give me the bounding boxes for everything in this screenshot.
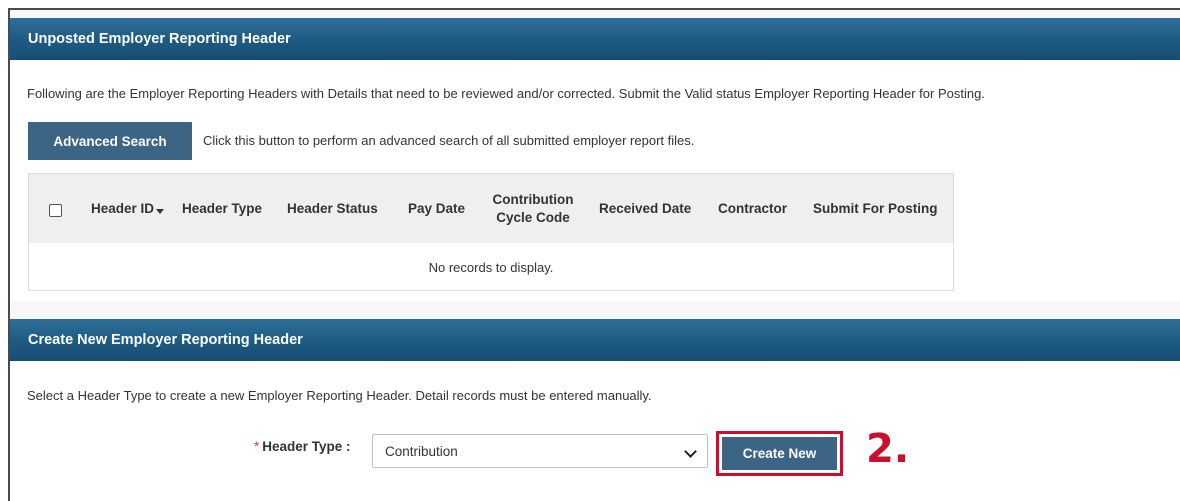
header-type-value: Contribution xyxy=(385,443,458,459)
create-panel-header: Create New Employer Reporting Header xyxy=(10,319,1180,361)
column-contractor[interactable]: Contractor xyxy=(718,200,787,218)
create-panel-title: Create New Employer Reporting Header xyxy=(28,332,303,348)
column-received-date[interactable]: Received Date xyxy=(599,200,691,218)
column-header-type[interactable]: Header Type xyxy=(182,200,262,218)
empty-table-message: No records to display. xyxy=(428,259,554,275)
chevron-down-icon xyxy=(684,445,697,458)
column-submit-for-posting[interactable]: Submit For Posting xyxy=(813,200,938,218)
column-header-status[interactable]: Header Status xyxy=(287,200,378,218)
unposted-panel-title: Unposted Employer Reporting Header xyxy=(28,31,291,47)
sort-desc-icon xyxy=(156,209,165,214)
create-panel-body xyxy=(10,361,1180,501)
advanced-search-button[interactable]: Advanced Search xyxy=(28,122,192,160)
table-header-row: Header ID Header Type Header Status Pay … xyxy=(29,174,953,243)
create-new-button[interactable]: Create New xyxy=(722,437,837,470)
column-pay-date[interactable]: Pay Date xyxy=(408,200,465,218)
unposted-panel-header: Unposted Employer Reporting Header xyxy=(10,18,1180,60)
select-all-checkbox[interactable] xyxy=(49,204,62,217)
unposted-description: Following are the Employer Reporting Hea… xyxy=(27,86,985,101)
column-contribution-cycle-code[interactable]: Contribution Cycle Code xyxy=(487,191,579,227)
header-type-select[interactable]: Contribution xyxy=(372,434,708,468)
header-type-label: * Header Type : xyxy=(254,439,351,454)
step-number-annotation: 2. xyxy=(866,426,910,472)
required-marker: * xyxy=(254,439,260,454)
column-header-id[interactable]: Header ID xyxy=(91,200,165,218)
headers-table: Header ID Header Type Header Status Pay … xyxy=(28,173,954,291)
advanced-search-hint: Click this button to perform an advanced… xyxy=(203,133,695,148)
create-description: Select a Header Type to create a new Emp… xyxy=(27,388,652,403)
